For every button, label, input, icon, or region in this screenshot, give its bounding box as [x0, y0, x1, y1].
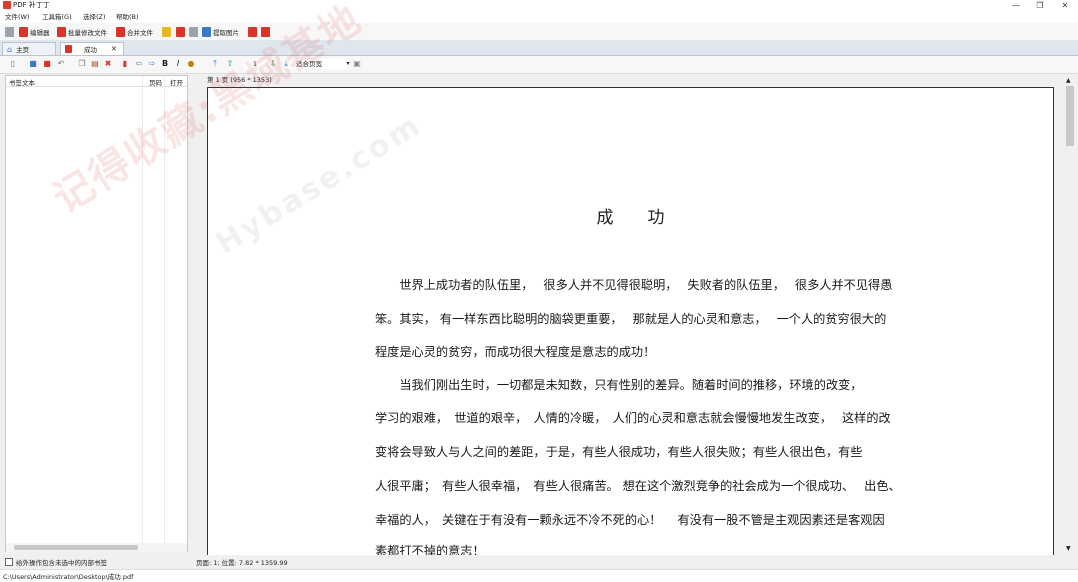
- scroll-down-icon[interactable]: ▼: [1066, 545, 1071, 552]
- tab-document[interactable]: 成功 ✕: [60, 42, 124, 55]
- document-icon[interactable]: ▮: [120, 59, 130, 69]
- document-scroll-thumb[interactable]: [1066, 86, 1074, 146]
- ocr-icon: [248, 27, 257, 37]
- home-icon: ⌂: [7, 44, 13, 54]
- batch-modify-label: 批量修改文件: [68, 29, 107, 37]
- tool-button-1[interactable]: [162, 26, 171, 38]
- pdf-icon: [65, 45, 72, 53]
- bold-icon[interactable]: B: [160, 59, 170, 69]
- col-page[interactable]: 页码: [149, 77, 162, 87]
- status-bar: [0, 555, 1078, 567]
- include-unselected-checkbox[interactable]: 给外操作包含未选中的内部书签: [5, 557, 107, 567]
- col-bookmark-text[interactable]: 书签文本: [9, 77, 35, 87]
- text-line: 学习的艰难， 世道的艰辛， 人情的冷暖， 人们的心灵和意志就会慢慢地发生改变， …: [375, 411, 891, 425]
- scroll-up-icon[interactable]: ▲: [1066, 77, 1071, 84]
- open-button[interactable]: [5, 26, 14, 38]
- undo-icon[interactable]: ↶: [56, 59, 66, 69]
- document-icon: [189, 27, 198, 37]
- file-path: C:\Users\Administrator\Desktop\成功.pdf: [3, 573, 134, 581]
- text-line: 笨。其实， 有一样东西比聪明的脑袋更重要， 那就是人的心灵和意志， 一个人的贫穷…: [375, 312, 887, 326]
- new-icon[interactable]: ▯: [8, 59, 18, 69]
- batch-icon: [57, 27, 66, 37]
- title-bar: [0, 0, 1078, 11]
- tab-bar: [0, 40, 1078, 56]
- checkbox-icon[interactable]: [5, 558, 13, 566]
- document-vscrollbar[interactable]: [1064, 75, 1078, 553]
- menu-file[interactable]: 文件(W): [5, 13, 30, 22]
- arrow-left-icon[interactable]: ⇦: [134, 59, 144, 69]
- image-icon: [202, 27, 211, 37]
- paste-icon[interactable]: ▤: [90, 59, 100, 69]
- close-tab-icon[interactable]: ✕: [111, 45, 117, 53]
- app-logo-icon: [3, 1, 11, 9]
- italic-icon[interactable]: I: [173, 59, 183, 69]
- merge-button[interactable]: 合并文件: [116, 26, 153, 38]
- save-as-icon[interactable]: ■: [42, 59, 52, 69]
- menu-help[interactable]: 帮助(B): [116, 13, 139, 22]
- text-line: 幸福的人， 关键在于有没有一颗永远不冷不死的心！ 有没有一股不管是主观因素还是客…: [375, 513, 885, 527]
- tool-button-3[interactable]: [189, 26, 198, 38]
- tab-home-label: 主页: [16, 46, 30, 54]
- split-icon: [176, 27, 185, 37]
- document-title: 成功: [596, 208, 699, 228]
- pdf-edit-icon: [19, 27, 28, 37]
- view-options-icon[interactable]: ▣: [352, 59, 362, 69]
- editor-label: 编辑器: [30, 29, 50, 37]
- close-button[interactable]: ✕: [1055, 0, 1075, 11]
- checkbox-label: 给外操作包含未选中的内部书签: [16, 559, 107, 567]
- tab-document-label: 成功: [84, 46, 97, 54]
- open-icon: [5, 27, 14, 37]
- menu-select[interactable]: 选择(Z): [83, 13, 106, 22]
- text-line: 世界上成功者的队伍里， 很多人并不见得很聪明， 失败者的队伍里， 很多人并不见得…: [375, 278, 893, 292]
- wand-icon: [162, 27, 171, 37]
- text-line: 人很平庸； 有些人很幸福， 有些人很痛苦。 想在这个激烈竞争的社会成为一个很成功…: [375, 479, 901, 493]
- minimize-button[interactable]: —: [1006, 0, 1026, 11]
- tool-button-2[interactable]: [176, 26, 185, 38]
- extract-images-button[interactable]: 提取图片: [202, 26, 239, 38]
- extract-images-label: 提取图片: [213, 29, 239, 37]
- merge-label: 合并文件: [127, 29, 153, 37]
- window-title: PDF 补丁丁: [13, 1, 50, 9]
- save-icon[interactable]: ■: [28, 59, 38, 69]
- copy-icon[interactable]: ❐: [77, 59, 87, 69]
- batch-modify-button[interactable]: 批量修改文件: [57, 26, 107, 38]
- bookmark-scroll-thumb[interactable]: [14, 545, 138, 550]
- text-line: 当我们刚出生时，一切都是未知数，只有性别的差异。随着时间的推移，环境的改变，: [375, 378, 863, 392]
- path-bar: [0, 569, 1078, 582]
- menu-toolbox[interactable]: 工具箱(G): [42, 13, 72, 22]
- text-line: 程度是心灵的贫穷，而成功很大程度是意志的成功！: [375, 345, 656, 359]
- maximize-button[interactable]: ❐: [1030, 0, 1050, 11]
- tool-button-4[interactable]: [248, 26, 257, 38]
- merge-icon: [116, 27, 125, 37]
- arrow-right-icon[interactable]: ⇨: [147, 59, 157, 69]
- position-status: 页面: 1; 位置: 7.82 * 1359.99: [196, 559, 288, 567]
- editor-button[interactable]: 编辑器: [19, 26, 50, 38]
- delete-icon[interactable]: ✖: [103, 59, 113, 69]
- text-line: 变将会导致人与人之间的差距，于是，有些人很成功，有些人很失败；有些人很出色，有些: [375, 445, 863, 459]
- color-icon[interactable]: ●: [186, 59, 196, 69]
- bookmark-header: 书签文本 页码 打开: [6, 76, 187, 87]
- tab-home[interactable]: ⌂ 主页: [2, 42, 56, 55]
- menu-bar: [0, 11, 1078, 23]
